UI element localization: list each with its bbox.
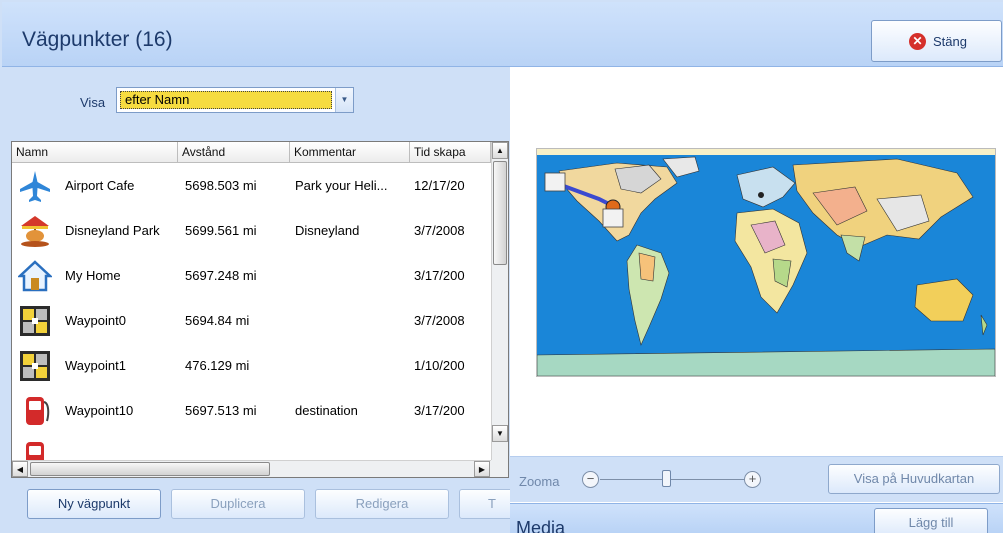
new-waypoint-button[interactable]: Ny vägpunkt: [27, 489, 161, 519]
waypoint-icon: [20, 306, 50, 336]
waypoint-time: 3/17/200: [414, 268, 465, 283]
scroll-left-icon[interactable]: ◀: [12, 461, 28, 477]
show-on-main-map-button[interactable]: Visa på Huvudkartan: [828, 464, 1000, 494]
waypoint-distance: 5697.513 mi: [185, 403, 257, 418]
close-icon: ✕: [909, 32, 926, 50]
waypoint-name: Waypoint10: [65, 403, 134, 418]
waypoint-list-panel: Visa efter Namn ▼ Namn Avstånd Kommentar…: [0, 67, 519, 533]
zoom-slider-thumb[interactable]: [662, 470, 671, 487]
horizontal-scrollbar[interactable]: ◀ ▶: [12, 460, 491, 477]
window-title: Vägpunkter (16): [22, 28, 173, 51]
close-button-label: Stäng: [933, 33, 967, 49]
close-button[interactable]: ✕ Stäng: [871, 20, 1002, 62]
table-row[interactable]: [12, 433, 492, 460]
world-map-image: [536, 149, 996, 377]
waypoint-table: Namn Avstånd Kommentar Tid skapa Airport…: [11, 141, 509, 478]
waypoint-distance: 5694.84 mi: [185, 313, 250, 328]
waypoint-name: Waypoint0: [65, 313, 126, 328]
media-title: Media: [516, 518, 566, 533]
scroll-down-icon[interactable]: ▼: [492, 425, 508, 442]
carousel-icon: [21, 216, 49, 247]
waypoint-time: 3/7/2008: [414, 223, 465, 238]
zoom-bar: Zooma − + Visa på Huvudkartan: [510, 456, 1003, 502]
column-header-comment[interactable]: Kommentar: [290, 142, 410, 163]
world-map[interactable]: [536, 148, 996, 377]
waypoint-icon: [20, 351, 50, 381]
edit-button[interactable]: Redigera: [315, 489, 449, 519]
fuel-pump-icon: [26, 442, 44, 460]
table-row[interactable]: Waypoint1 476.129 mi 1/10/200: [12, 343, 492, 388]
table-row[interactable]: Waypoint10 5697.513 mi destination 3/17/…: [12, 388, 492, 433]
waypoint-name: My Home: [65, 268, 121, 283]
column-header-name[interactable]: Namn: [12, 142, 178, 163]
waypoint-name: Waypoint1: [65, 358, 126, 373]
column-header-distance[interactable]: Avstånd: [178, 142, 290, 163]
waypoint-comment: Disneyland: [295, 223, 360, 238]
home-icon: [18, 260, 52, 292]
waypoint-comment: [295, 343, 407, 388]
waypoint-name: Airport Cafe: [65, 178, 135, 193]
waypoint-comment: Park your Heli...: [295, 178, 388, 193]
waypoint-distance: 5698.503 mi: [185, 178, 257, 193]
airplane-icon: [20, 171, 50, 202]
waypoint-distance: 476.129 mi: [185, 358, 250, 373]
scroll-right-icon[interactable]: ▶: [474, 461, 490, 477]
column-header-time[interactable]: Tid skapa: [410, 142, 491, 163]
waypoints-window: Vägpunkter (16) ✕ Stäng Visa efter Namn …: [0, 0, 1003, 533]
vertical-scroll-thumb[interactable]: [493, 161, 507, 265]
duplicate-button[interactable]: Duplicera: [171, 489, 305, 519]
add-media-button[interactable]: Lägg till: [874, 508, 988, 533]
waypoint-time: 3/17/200: [414, 403, 465, 418]
waypoint-time: 3/7/2008: [414, 313, 465, 328]
waypoint-comment: destination: [295, 403, 358, 418]
vertical-scrollbar[interactable]: ▲ ▼: [491, 142, 508, 460]
waypoint-time: 1/10/200: [414, 358, 465, 373]
table-row[interactable]: Disneyland Park 5699.561 mi Disneyland 3…: [12, 208, 492, 253]
table-row[interactable]: Airport Cafe 5698.503 mi Park your Heli.…: [12, 163, 492, 208]
waypoint-name: Disneyland Park: [65, 223, 160, 238]
waypoint-time: 12/17/20: [414, 178, 465, 193]
scroll-up-icon[interactable]: ▲: [492, 142, 508, 159]
chevron-down-icon[interactable]: ▼: [335, 88, 353, 112]
zoom-label: Zooma: [519, 474, 560, 489]
window-header: Vägpunkter (16) ✕ Stäng: [2, 2, 1003, 67]
table-row[interactable]: Waypoint0 5694.84 mi 3/7/2008: [12, 298, 492, 343]
table-row[interactable]: My Home 5697.248 mi 3/17/200: [12, 253, 492, 298]
sort-dropdown-value: efter Namn: [120, 91, 332, 109]
filter-label: Visa: [80, 95, 106, 110]
scroll-corner: [491, 460, 508, 477]
sort-dropdown[interactable]: efter Namn ▼: [116, 87, 354, 113]
map-panel: Zooma − + Visa på Huvudkartan Media Lägg…: [510, 67, 1003, 533]
zoom-track[interactable]: [600, 479, 744, 480]
waypoint-comment: [295, 253, 407, 298]
media-section-header: Media Lägg till: [510, 503, 1003, 533]
waypoint-distance: 5697.248 mi: [185, 268, 257, 283]
zoom-in-icon[interactable]: +: [744, 471, 761, 488]
zoom-out-icon[interactable]: −: [582, 471, 599, 488]
waypoint-distance: 5699.561 mi: [185, 223, 257, 238]
horizontal-scroll-thumb[interactable]: [30, 462, 270, 476]
waypoint-comment: [295, 298, 407, 343]
fuel-pump-icon: [26, 397, 50, 425]
